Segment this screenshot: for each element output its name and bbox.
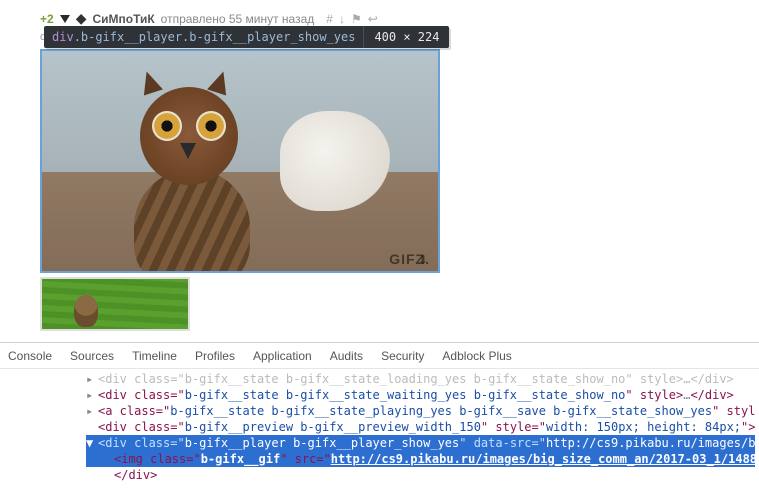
- post-header: +2 ◆ СиМпоТиК отправлено 55 минут назад …: [40, 10, 759, 27]
- gif-preview[interactable]: [40, 277, 190, 331]
- tooltip-dimensions: 400 × 224: [363, 26, 449, 48]
- dom-row-selected[interactable]: ▼<div class="b-gifx__player b-gifx__play…: [86, 435, 755, 451]
- tab-application[interactable]: Application: [253, 349, 312, 363]
- dom-row-child[interactable]: <img class="b-gifx__gif" src="http://cs9…: [86, 451, 755, 467]
- tab-profiles[interactable]: Profiles: [195, 349, 235, 363]
- dom-row[interactable]: ▸<div class="b-gifx__state b-gifx__state…: [86, 371, 755, 387]
- vote-down-icon[interactable]: [60, 15, 70, 23]
- devtools-tabbar: Console Sources Timeline Profiles Applic…: [0, 343, 759, 369]
- username-link[interactable]: СиМпоТиК: [92, 12, 154, 26]
- dom-row[interactable]: ▸<div class="b-gifx__state b-gifx__state…: [86, 387, 755, 403]
- permalink-icon[interactable]: #: [326, 12, 333, 26]
- mini-owl-icon: [74, 295, 98, 327]
- tooltip-selector: div.b-gifx__player.b-gifx__player_show_y…: [44, 26, 363, 48]
- tab-timeline[interactable]: Timeline: [132, 349, 177, 363]
- gif-save-icon[interactable]: ⬇: [414, 253, 432, 267]
- flag-icon[interactable]: ⚑: [351, 12, 362, 26]
- dom-row[interactable]: ▸<a class="b-gifx__state b-gifx__state_p…: [86, 403, 755, 419]
- tab-security[interactable]: Security: [381, 349, 424, 363]
- tab-console[interactable]: Console: [8, 349, 52, 363]
- devtools-panel: Console Sources Timeline Profiles Applic…: [0, 342, 759, 502]
- avatar-icon[interactable]: ◆: [76, 10, 87, 27]
- dom-row[interactable]: </div>: [86, 467, 755, 483]
- owl-illustration: [120, 83, 280, 273]
- inspector-tooltip: div.b-gifx__player.b-gifx__player_show_y…: [44, 26, 449, 48]
- reply-icon[interactable]: ↩: [368, 12, 378, 26]
- tab-audits[interactable]: Audits: [330, 349, 363, 363]
- gif-player[interactable]: GIFZ. ⬇: [40, 49, 440, 273]
- rating-score: +2: [40, 12, 54, 26]
- tab-adblock[interactable]: Adblock Plus: [442, 349, 511, 363]
- tab-sources[interactable]: Sources: [70, 349, 114, 363]
- dom-tree[interactable]: ▸<div class="b-gifx__state b-gifx__state…: [0, 369, 759, 487]
- dom-row[interactable]: <div class="b-gifx__preview b-gifx__prev…: [86, 419, 755, 435]
- sent-time: отправлено 55 минут назад: [161, 12, 315, 26]
- save-icon[interactable]: ↓: [339, 12, 345, 26]
